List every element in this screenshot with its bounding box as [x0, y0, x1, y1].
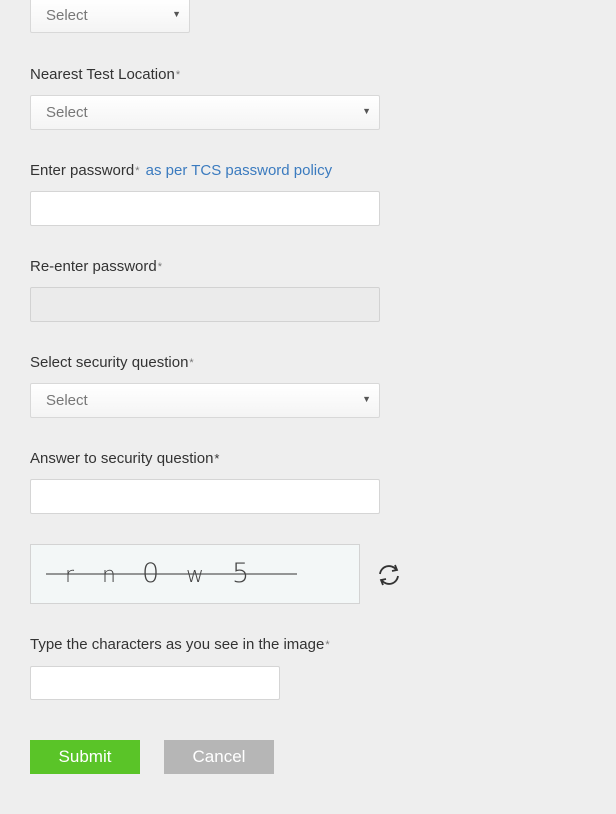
password-input[interactable]	[30, 191, 380, 226]
captcha-input-label: Type the characters as you see in the im…	[30, 636, 330, 653]
security-question-select[interactable]: Select ▼	[30, 383, 380, 418]
captcha-char: 0	[142, 558, 159, 589]
required-mark: *	[175, 69, 181, 81]
captcha-graphic: r n 0 w 5	[46, 558, 297, 589]
test-location-label: Nearest Test Location*	[30, 66, 181, 83]
captcha-char: 5	[232, 558, 249, 589]
reenter-password-label: Re-enter password*	[30, 258, 163, 275]
password-label: Enter password* as per TCS password poli…	[30, 162, 333, 179]
required-mark: *	[214, 451, 220, 466]
captcha-char: w	[186, 563, 204, 588]
chevron-down-icon: ▼	[172, 9, 181, 19]
top-select[interactable]: Select ▼	[30, 0, 190, 33]
captcha-input[interactable]	[30, 666, 280, 700]
test-location-select[interactable]: Select ▼	[30, 95, 380, 130]
captcha-image: r n 0 w 5	[30, 544, 360, 604]
required-mark: *	[325, 639, 330, 651]
security-answer-label: Answer to security question*	[30, 450, 220, 467]
required-mark: *	[135, 165, 140, 177]
reenter-password-input[interactable]	[30, 287, 380, 322]
security-question-label: Select security question*	[30, 354, 194, 371]
refresh-icon[interactable]	[376, 563, 402, 587]
chevron-down-icon: ▼	[362, 106, 371, 116]
top-select-value: Select	[46, 7, 88, 24]
security-question-select-value: Select	[46, 392, 88, 409]
security-answer-input[interactable]	[30, 479, 380, 514]
password-policy-link[interactable]: as per TCS password policy	[146, 162, 332, 179]
captcha-char: r	[65, 563, 75, 588]
submit-button[interactable]: Submit	[30, 740, 140, 774]
captcha-char: n	[102, 563, 116, 588]
cancel-button[interactable]: Cancel	[164, 740, 274, 774]
chevron-down-icon: ▼	[362, 394, 371, 404]
required-mark: *	[157, 261, 163, 273]
test-location-select-value: Select	[46, 104, 88, 121]
required-mark: *	[189, 357, 194, 369]
